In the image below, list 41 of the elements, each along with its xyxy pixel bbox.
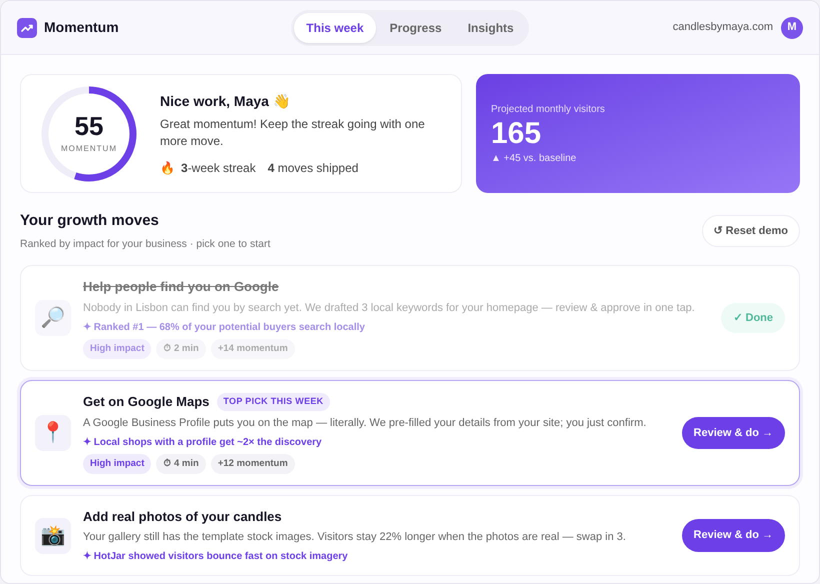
nav-tab[interactable]: Insights xyxy=(456,12,526,42)
greeting-title: Nice work, Maya 👋 xyxy=(160,92,291,111)
logo-icon xyxy=(17,18,37,38)
nav-tab[interactable]: This week xyxy=(294,12,376,42)
move-description: Nobody in Lisbon can find you by search yet. We drafted 3 local keywords for your homepage — review & approve in one tap. xyxy=(83,300,696,316)
projection-label: Projected monthly visitors xyxy=(491,102,606,116)
avatar[interactable]: M xyxy=(781,16,803,38)
move-insight: ✦ Local shops with a profile get ~2× the discovery xyxy=(83,436,323,450)
review-button[interactable]: Review & do → xyxy=(682,519,785,552)
impact-tag: High impact xyxy=(83,338,152,359)
move-description: Your gallery still has the template stock images. Visitors stay 22% longer when the photos are real — swap in 3. xyxy=(83,530,627,546)
move-title: Help people find you on Google xyxy=(83,278,279,296)
meta-tag: +12 momentum xyxy=(210,454,295,474)
streak-stat: 3-week streak xyxy=(181,160,256,176)
meta-tag: ⏱ 4 min xyxy=(156,454,206,474)
score-label: MOMENTUM xyxy=(61,142,117,154)
nav-tab[interactable]: Progress xyxy=(378,12,454,42)
reset-button[interactable]: ↺ Reset demo xyxy=(702,214,800,248)
move-icon: 🔎 xyxy=(35,300,71,336)
review-button[interactable]: Review & do → xyxy=(682,416,785,450)
move-icon: 📍 xyxy=(35,414,71,451)
move-title: Add real photos of your candles xyxy=(83,508,282,526)
section-title: Your growth moves xyxy=(20,211,160,231)
move-description: A Google Business Profile puts you on the map — literally. We pre-filled your details from your site; you just confirm. xyxy=(83,416,648,430)
move-icon: 📸 xyxy=(35,518,71,554)
projection-value: 165 xyxy=(491,116,542,150)
impact-tag: High impact xyxy=(83,454,152,474)
greeting-message: Great momentum! Keep the streak going with one more move. xyxy=(160,116,426,150)
move-insight: ✦ HotJar showed visitors bounce fast on stock imagery xyxy=(83,550,349,564)
top-pick-badge: TOP PICK THIS WEEK xyxy=(217,393,330,410)
meta-tag: +14 momentum xyxy=(210,338,295,359)
shipped-stat: 4 moves shipped xyxy=(268,160,358,176)
move-title: Get on Google Maps xyxy=(83,393,210,411)
flame-icon: 🔥 xyxy=(160,158,175,176)
section-subtitle: Ranked by impact for your business · pick one to start xyxy=(20,236,270,252)
account-domain: candlesbymaya.com xyxy=(672,20,773,36)
score-value: 55 xyxy=(74,112,104,138)
move-insight: ✦ Ranked #1 — 68% of your potential buyers search locally xyxy=(83,320,366,335)
meta-tag: ⏱ 2 min xyxy=(156,338,206,359)
projection-delta: ▲ +45 vs. baseline xyxy=(491,152,578,166)
app-name: Momentum xyxy=(44,18,119,37)
